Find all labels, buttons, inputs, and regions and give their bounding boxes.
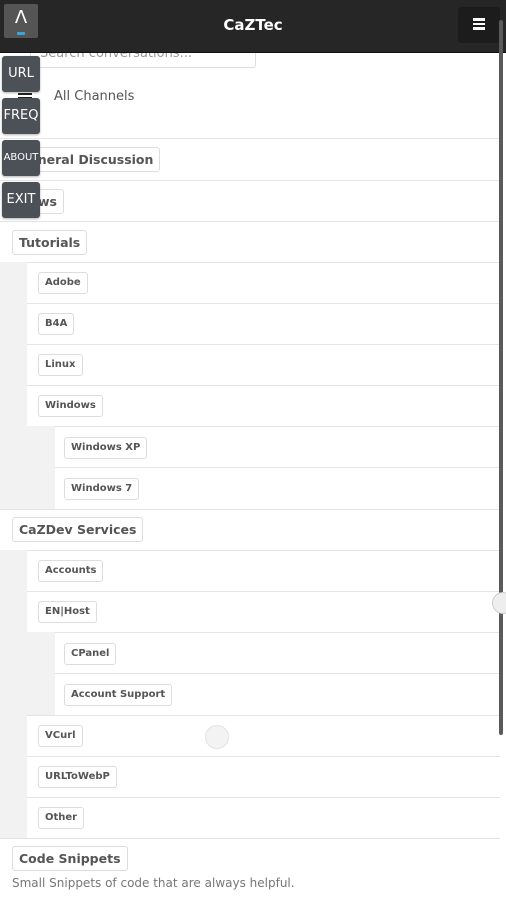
channel-row[interactable]: Code Snippets xyxy=(0,838,500,900)
channel-description: Small Snippets of code that are always h… xyxy=(12,876,295,890)
scrollbar[interactable] xyxy=(499,20,503,735)
about-button[interactable]: ABOUT xyxy=(2,140,40,176)
channel-windows[interactable]: Windows xyxy=(38,395,103,417)
channel-linux[interactable]: Linux xyxy=(38,354,83,376)
channel-enhost[interactable]: EN|Host xyxy=(38,601,97,623)
channel-code-snippets[interactable]: Code Snippets xyxy=(12,846,128,871)
channel-row[interactable]: B4A xyxy=(27,303,500,344)
channel-windows-7[interactable]: Windows 7 xyxy=(64,478,140,500)
channel-accounts[interactable]: Accounts xyxy=(38,560,104,582)
exit-button[interactable]: EXIT xyxy=(2,182,40,218)
channel-row[interactable]: CaZDev Services xyxy=(0,509,500,550)
channel-row[interactable]: General Discussion xyxy=(0,138,500,180)
indent-gutter xyxy=(27,426,55,509)
indent-gutter xyxy=(0,550,27,838)
channel-row[interactable]: EN|Host xyxy=(27,591,500,632)
touch-indicator xyxy=(205,725,229,749)
channel-row[interactable]: Other xyxy=(27,797,500,838)
channel-account-support[interactable]: Account Support xyxy=(64,684,173,706)
channel-row[interactable]: Adobe xyxy=(27,262,500,303)
channel-vcurl[interactable]: VCurl xyxy=(38,725,83,747)
channel-row[interactable]: Linux xyxy=(27,344,500,385)
channel-row[interactable]: CPanel xyxy=(55,632,500,673)
freq-button[interactable]: FREQ xyxy=(2,98,40,134)
channel-cpanel[interactable]: CPanel xyxy=(64,643,117,665)
hamburger-icon xyxy=(473,18,485,30)
all-channels-label[interactable]: All Channels xyxy=(54,89,134,104)
channel-row[interactable]: Windows xyxy=(27,385,500,426)
channel-windows-xp[interactable]: Windows XP xyxy=(64,437,148,459)
menu-button[interactable] xyxy=(458,7,500,43)
channel-cazdev-services[interactable]: CaZDev Services xyxy=(12,517,144,542)
channel-urltowebp[interactable]: URLToWebP xyxy=(38,766,117,788)
url-button[interactable]: URL xyxy=(2,56,40,92)
channel-row[interactable]: Tutorials xyxy=(0,221,500,262)
channel-row[interactable]: Windows XP xyxy=(55,426,500,467)
channel-adobe[interactable]: Adobe xyxy=(38,272,88,294)
channel-row[interactable]: Accounts xyxy=(27,550,500,591)
channel-b4a[interactable]: B4A xyxy=(38,313,75,335)
app-title: CaZTec xyxy=(223,16,283,34)
channel-row[interactable]: VCurl xyxy=(27,715,500,756)
indent-gutter xyxy=(27,632,55,715)
channel-row[interactable]: Windows 7 xyxy=(55,467,500,509)
channel-row[interactable]: URLToWebP xyxy=(27,756,500,797)
indent-gutter xyxy=(0,262,27,509)
channel-row[interactable]: Account Support xyxy=(55,673,500,715)
channel-row[interactable]: News xyxy=(0,180,500,221)
channel-other[interactable]: Other xyxy=(38,807,85,829)
top-bar: Λ CaZTec xyxy=(0,0,506,53)
channel-tutorials[interactable]: Tutorials xyxy=(12,230,88,255)
